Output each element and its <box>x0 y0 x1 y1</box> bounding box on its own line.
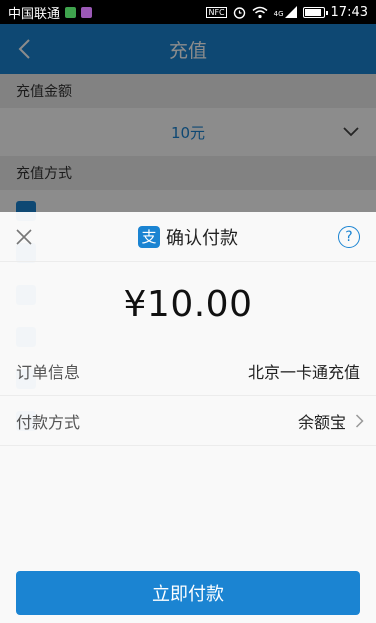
payment-method-row[interactable]: 付款方式 余额宝 <box>0 396 376 446</box>
sheet-title: 确认付款 <box>166 227 238 249</box>
alarm-icon <box>233 6 245 19</box>
clock: 17:43 <box>330 4 368 20</box>
pay-now-button[interactable]: 立即付款 <box>16 571 360 615</box>
wifi-icon <box>252 6 268 18</box>
carrier-name: 中国联通 <box>8 6 61 22</box>
nfc-icon: NFC <box>206 6 227 18</box>
battery-icon <box>302 6 328 18</box>
order-info-label: 订单信息 <box>16 362 81 382</box>
status-icons: NFC 4G 17:43 <box>206 5 368 20</box>
confirm-payment-sheet: 支 确认付款 ? ¥10.00 订单信息 北京一卡通充值 付款方式 余额宝 立即… <box>0 212 376 623</box>
payment-method-value: 余额宝 <box>297 412 346 432</box>
alipay-logo-icon: 支 <box>138 225 160 248</box>
app-notification-icon <box>81 6 93 18</box>
order-info-row: 订单信息 北京一卡通充值 <box>0 346 376 396</box>
help-icon[interactable]: ? <box>338 226 360 248</box>
status-bar: 中国联通 NFC 4G 17:43 <box>0 0 376 24</box>
close-icon[interactable] <box>12 225 36 249</box>
order-info-value: 北京一卡通充值 <box>247 362 360 382</box>
battery-level <box>304 8 321 16</box>
signal-icon: 4G <box>274 6 297 18</box>
chevron-right-icon <box>355 414 364 428</box>
sheet-header: 支 确认付款 ? <box>0 212 376 262</box>
payment-method-label: 付款方式 <box>16 412 81 432</box>
payment-amount: ¥10.00 <box>123 283 253 325</box>
message-notification-icon <box>65 6 77 18</box>
